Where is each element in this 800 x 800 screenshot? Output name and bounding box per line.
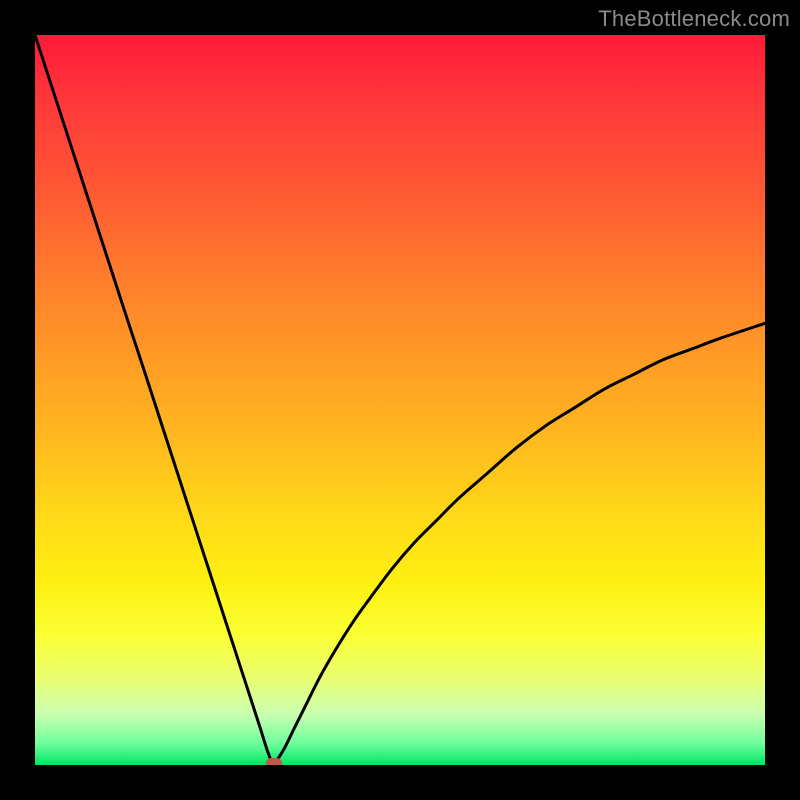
- bottleneck-curve: [35, 35, 765, 763]
- minimum-marker: [266, 758, 282, 765]
- watermark-text: TheBottleneck.com: [598, 6, 790, 32]
- plot-area: [35, 35, 765, 765]
- chart-frame: TheBottleneck.com: [0, 0, 800, 800]
- curve-svg: [35, 35, 765, 765]
